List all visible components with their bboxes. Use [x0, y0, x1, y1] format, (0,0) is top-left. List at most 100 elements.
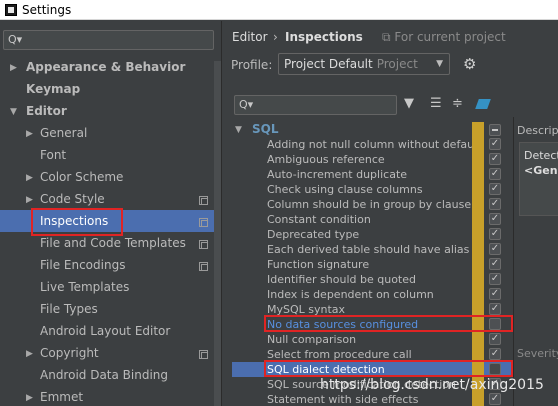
inspection-row[interactable]: Check using clause columns ✓ — [222, 182, 513, 197]
panel-splitter[interactable] — [513, 117, 514, 406]
inspection-checkbox[interactable]: ✓ — [489, 333, 501, 345]
tree-item-file-encodings[interactable]: File Encodings — [40, 254, 125, 276]
severity-label: Severity — [517, 347, 558, 360]
project-scope-icon — [199, 196, 208, 205]
tree-item-editor[interactable]: Editor — [26, 100, 67, 122]
tree-item-android-data-binding[interactable]: Android Data Binding — [40, 364, 168, 386]
severity-indicator — [472, 272, 484, 287]
inspection-search-input[interactable]: Q▾ — [234, 95, 397, 115]
project-scope-note: ⧉ For current project — [382, 30, 506, 44]
inspection-row[interactable]: Each derived table should have alias ✓ — [222, 242, 513, 257]
tree-item-live-templates[interactable]: Live Templates — [40, 276, 129, 298]
inspection-checkbox[interactable]: ✓ — [489, 138, 501, 150]
gear-icon[interactable]: ⚙ — [463, 55, 476, 73]
expanded-arrow-icon[interactable]: ▼ — [10, 101, 17, 123]
inspection-checkbox[interactable]: ✓ — [489, 153, 501, 165]
inspection-checkbox[interactable]: ✓ — [489, 258, 501, 270]
tree-item-copyright[interactable]: Copyright — [40, 342, 99, 364]
inspection-checkbox[interactable]: ✓ — [489, 273, 501, 285]
tree-item-color-scheme[interactable]: Color Scheme — [40, 166, 123, 188]
tree-item-keymap[interactable]: Keymap — [26, 78, 80, 100]
inspection-checkbox[interactable]: ✓ — [489, 303, 501, 315]
tree-item-code-style[interactable]: Code Style — [40, 188, 105, 210]
intellij-app-icon — [5, 3, 17, 16]
inspection-label: Identifier should be quoted — [267, 273, 416, 286]
tree-item-appearance-behavior[interactable]: Appearance & Behavior — [26, 56, 185, 78]
inspection-row[interactable]: Function signature ✓ — [222, 257, 513, 272]
project-scope-icon — [199, 262, 208, 271]
inspection-row[interactable]: Column should be in group by clause ✓ — [222, 197, 513, 212]
inspection-row[interactable]: Null comparison ✓ — [222, 332, 513, 347]
collapsed-arrow-icon[interactable]: ▶ — [26, 343, 33, 365]
settings-search-input[interactable]: Q▾ — [3, 30, 214, 50]
profile-dropdown[interactable]: Project Default Project ▼ — [278, 53, 450, 75]
inspection-checkbox[interactable]: ✓ — [489, 228, 501, 240]
inspection-label: Index is dependent on column — [267, 288, 434, 301]
annotation-box-inspections — [31, 208, 123, 236]
breadcrumb-editor: Editor — [232, 30, 268, 44]
collapse-all-icon[interactable]: ≑ — [452, 96, 463, 111]
chevron-down-icon: ▼ — [436, 59, 443, 69]
tree-item-emmet[interactable]: Emmet — [40, 386, 83, 406]
inspection-label: Adding not null column without default — [267, 138, 482, 151]
severity-indicator — [472, 242, 484, 257]
inspection-checkbox[interactable]: ✓ — [489, 183, 501, 195]
inspection-label: Deprecated type — [267, 228, 360, 241]
filter-icon[interactable]: ▼ — [404, 96, 414, 111]
tree-item-font[interactable]: Font — [40, 144, 66, 166]
severity-indicator — [472, 212, 484, 227]
project-scope-icon — [199, 218, 208, 227]
inspection-checkbox[interactable]: ✓ — [489, 288, 501, 300]
inspection-row[interactable]: Constant condition ✓ — [222, 212, 513, 227]
collapsed-arrow-icon[interactable]: ▶ — [26, 167, 33, 189]
severity-indicator — [472, 257, 484, 272]
severity-indicator — [472, 227, 484, 242]
tree-item-file-types[interactable]: File Types — [40, 298, 98, 320]
annotation-box-no-data-sources — [264, 315, 513, 332]
title-bar: Settings — [0, 0, 558, 20]
inspection-row[interactable]: Identifier should be quoted ✓ — [222, 272, 513, 287]
inspection-label: Auto-increment duplicate — [267, 168, 408, 181]
inspection-row[interactable]: Deprecated type ✓ — [222, 227, 513, 242]
description-text: Detect — [524, 149, 558, 162]
description-label: Descript — [517, 124, 558, 137]
inspection-row[interactable]: Adding not null column without default ✓ — [222, 137, 513, 152]
annotation-box-sql-dialect — [264, 360, 513, 377]
collapsed-arrow-icon[interactable]: ▶ — [26, 123, 33, 145]
inspection-row[interactable]: Index is dependent on column ✓ — [222, 287, 513, 302]
reset-to-default-icon[interactable] — [475, 99, 491, 109]
breadcrumb-inspections: Inspections — [285, 30, 363, 44]
profile-type: Project — [376, 57, 418, 71]
inspection-checkbox[interactable]: ✓ — [489, 243, 501, 255]
inspection-checkbox[interactable]: ✓ — [489, 213, 501, 225]
inspection-row[interactable]: Ambiguous reference ✓ — [222, 152, 513, 167]
inspection-row[interactable]: Statement with side effects ✓ — [222, 392, 513, 406]
inspection-label: Ambiguous reference — [267, 153, 385, 166]
tree-item-android-layout-editor[interactable]: Android Layout Editor — [40, 320, 170, 342]
tree-item-general[interactable]: General — [40, 122, 87, 144]
severity-indicator — [472, 152, 484, 167]
inspection-checkbox[interactable]: ✓ — [489, 198, 501, 210]
collapsed-arrow-icon[interactable]: ▶ — [10, 57, 17, 79]
expanded-arrow-icon[interactable]: ▼ — [235, 125, 242, 135]
severity-indicator — [472, 197, 484, 212]
severity-indicator — [472, 392, 484, 406]
profile-label: Profile: — [231, 58, 273, 72]
group-checkbox[interactable] — [489, 124, 501, 136]
description-text: <Gene — [524, 164, 558, 177]
inspection-checkbox[interactable]: ✓ — [489, 393, 501, 405]
inspection-checkbox[interactable]: ✓ — [489, 348, 501, 360]
inspection-checkbox[interactable]: ✓ — [489, 168, 501, 180]
sidebar-scrollbar[interactable] — [214, 61, 221, 406]
inspection-label: Column should be in group by clause — [267, 198, 472, 211]
severity-indicator — [472, 287, 484, 302]
expand-all-icon[interactable]: ☰ — [430, 96, 442, 111]
inspection-label: Check using clause columns — [267, 183, 423, 196]
inspection-label: Constant condition — [267, 213, 371, 226]
breadcrumb-separator: › — [273, 30, 278, 44]
search-icon: Q▾ — [239, 98, 254, 111]
collapsed-arrow-icon[interactable]: ▶ — [26, 387, 33, 406]
profile-selected-value: Project Default — [284, 57, 373, 71]
inspection-row[interactable]: Auto-increment duplicate ✓ — [222, 167, 513, 182]
inspection-group-sql[interactable]: SQL — [252, 122, 279, 136]
